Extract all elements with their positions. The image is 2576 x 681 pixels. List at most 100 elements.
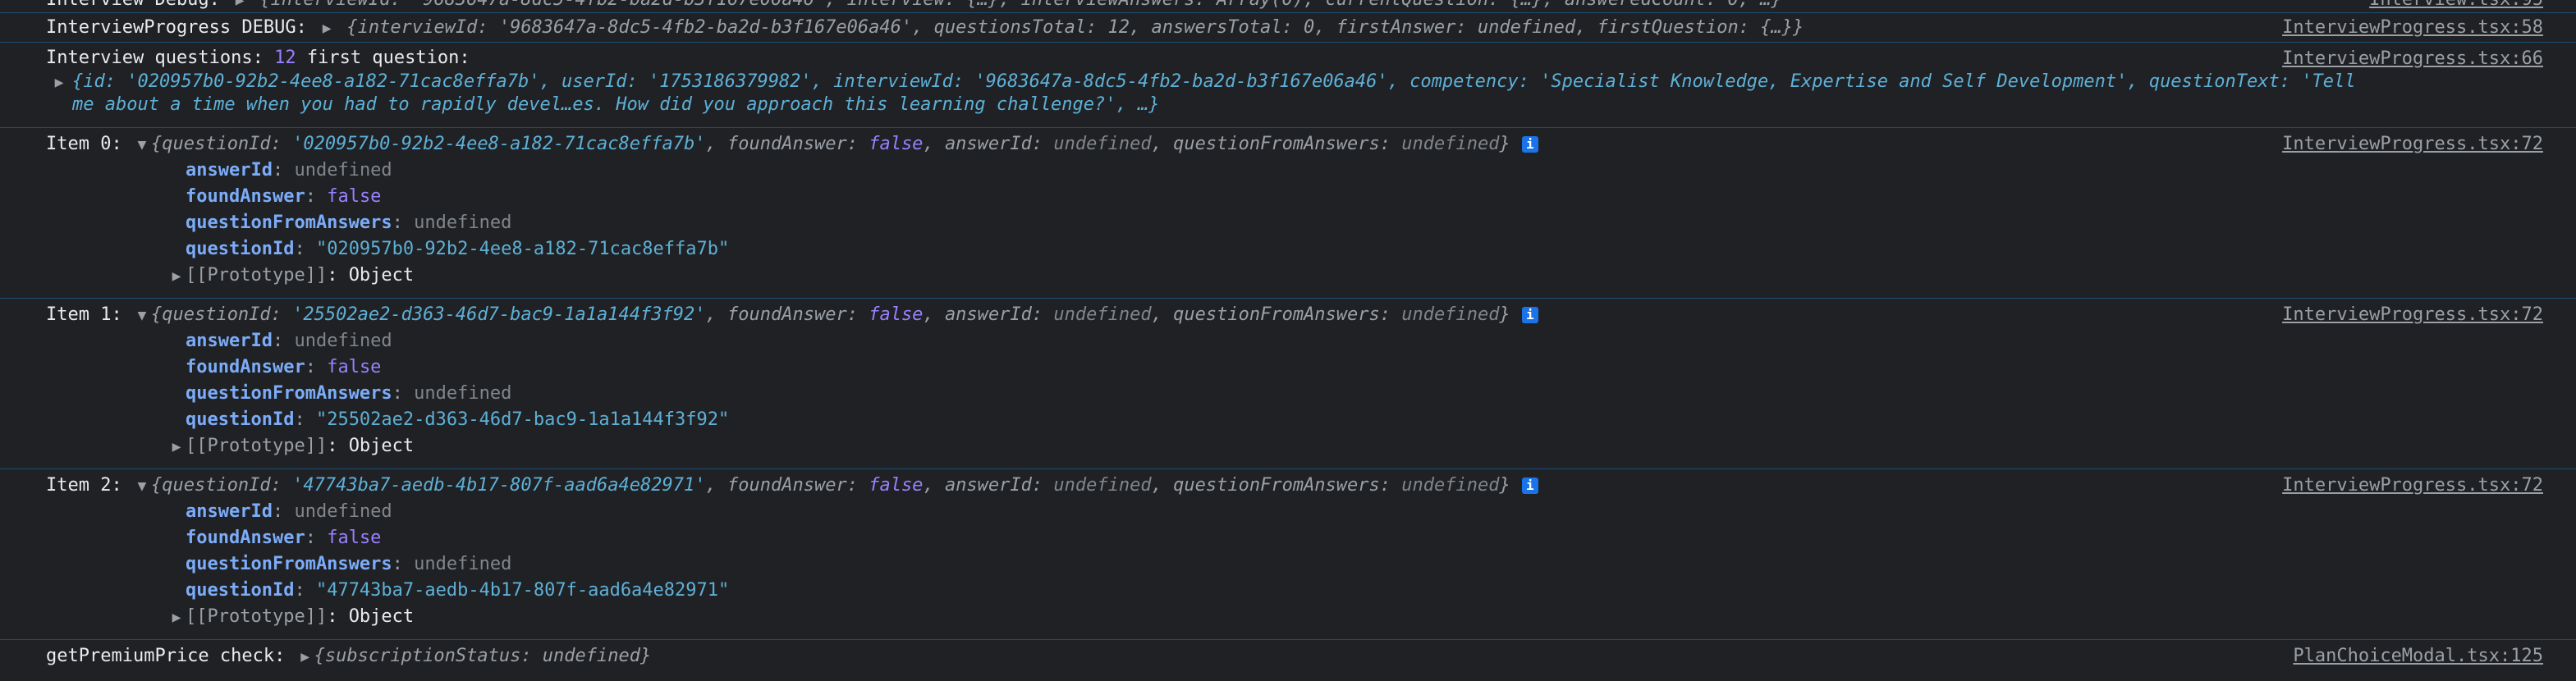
property-row[interactable]: questionFromAnswers: undefined [46,551,2543,578]
prop-key: questionFromAnswers [186,554,392,574]
prototype-value: Object [348,606,415,627]
property-row[interactable]: foundAnswer: false [46,184,2543,210]
property-row[interactable]: answerId: undefined [46,158,2543,184]
value-questionFromAnswers: undefined [1401,134,1500,154]
property-row[interactable]: questionId: "020957b0-92b2-4ee8-a182-71c… [46,236,2543,263]
value-foundAnswer: false [869,304,924,325]
prop-value: undefined [294,331,392,351]
prop-key: questionId [186,239,295,259]
prototype-key: [[Prototype]] [186,606,328,627]
log-label: InterviewProgress DEBUG: [46,17,307,38]
prototype-value: Object [348,265,415,286]
source-link[interactable]: InterviewProgress.tsx:72 [2274,302,2543,328]
console-message-line: Interview Debug: ▶ {interviewId: '968364… [46,0,2543,12]
prop-key: questionFromAnswers [186,383,392,404]
item-label: Item 0: [46,134,122,154]
property-row[interactable]: questionFromAnswers: undefined [46,210,2543,236]
console-message-line: Item 0: ▼ {questionId: '020957b0-92b2-4ee… [46,131,2543,158]
prototype-row[interactable]: ▶ [[Prototype]]: Object [46,604,2543,630]
console-message: getPremiumPrice check: ▶ {subscriptionSta… [0,640,2576,673]
triangle-down-icon[interactable]: ▼ [133,473,151,499]
property-row[interactable]: questionId: "47743ba7-aedb-4b17-807f-aad… [46,578,2543,604]
object-summary[interactable]: {subscriptionStatus: undefined} [314,646,652,666]
prop-key: questionId [186,409,295,430]
key-questionFromAnswers: questionFromAnswers [1173,475,1380,496]
prop-key: answerId [186,160,273,181]
console-message-line: Item 2: ▼ {questionId: '47743ba7-aedb-4b1… [46,473,2543,499]
log-label: getPremiumPrice check: [46,646,286,666]
console-message: Interview Debug: ▶ {interviewId: '968364… [0,0,2576,13]
log-label: Interview questions: [46,48,264,68]
console-message-line: Item 1: ▼ {questionId: '25502ae2-d363-46d… [46,302,2543,328]
triangle-down-icon[interactable]: ▼ [133,132,151,158]
prop-key: foundAnswer [186,528,305,548]
property-row[interactable]: answerId: undefined [46,499,2543,525]
value-answerId: undefined [1053,304,1152,325]
object-summary[interactable]: {interviewId: '9683647a-8dc5-4fb2-ba2d-b… [259,0,1781,10]
prop-value: "020957b0-92b2-4ee8-a182-71cac8effa7b" [315,239,730,259]
info-icon[interactable]: i [1521,307,1538,323]
console-message: Interview questions: 12 first question: … [0,43,2576,128]
value-questionFromAnswers: undefined [1401,304,1500,325]
console-message: InterviewProgress DEBUG: ▶ {interviewId:… [0,13,2576,43]
prototype-row[interactable]: ▶ [[Prototype]]: Object [46,433,2543,459]
triangle-right-icon[interactable]: ▶ [231,0,249,12]
prop-key: answerId [186,501,273,522]
property-row[interactable]: answerId: undefined [46,328,2543,354]
value-foundAnswer: false [869,475,924,496]
prop-key: foundAnswer [186,357,305,377]
source-link[interactable]: Interview.tsx:95 [2361,0,2543,12]
devtools-console: Interview Debug: ▶ {interviewId: '968364… [0,0,2576,681]
triangle-down-icon[interactable]: ▼ [133,303,151,328]
property-row[interactable]: foundAnswer: false [46,525,2543,551]
property-row[interactable]: foundAnswer: false [46,354,2543,381]
value-answerId: undefined [1053,475,1152,496]
source-link[interactable]: InterviewProgress.tsx:58 [2274,15,2543,41]
prop-key: questionFromAnswers [186,213,392,233]
triangle-right-icon[interactable]: ▶ [167,434,186,459]
object-summary[interactable]: {interviewId: '9683647a-8dc5-4fb2-ba2d-b… [346,17,1804,38]
triangle-right-icon[interactable]: ▶ [46,71,72,94]
object-summary[interactable]: {id: '020957b0-92b2-4ee8-a182-71cac8effa… [72,71,2355,92]
property-row[interactable]: questionFromAnswers: undefined [46,381,2543,407]
object-summary-cont[interactable]: me about a time when you had to rapidly … [72,94,1160,115]
prop-value: undefined [414,213,512,233]
key-questionId: questionId [162,304,271,325]
value-foundAnswer: false [869,134,924,154]
prototype-key: [[Prototype]] [186,436,328,456]
source-link[interactable]: InterviewProgress.tsx:72 [2274,131,2543,158]
source-link[interactable]: InterviewProgress.tsx:72 [2274,473,2543,499]
key-answerId: answerId [944,134,1032,154]
count-value: 12 [274,48,296,68]
triangle-right-icon[interactable]: ▶ [167,605,186,630]
value-questionId: '25502ae2-d363-46d7-bac9-1a1a144f3f92' [292,304,706,325]
prop-value: undefined [414,554,512,574]
prototype-row[interactable]: ▶ [[Prototype]]: Object [46,263,2543,289]
console-message: Item 2: ▼ {questionId: '47743ba7-aedb-4b1… [0,469,2576,640]
info-icon[interactable]: i [1521,478,1538,494]
value-questionId: '020957b0-92b2-4ee8-a182-71cac8effa7b' [292,134,706,154]
log-label-2: first question: [306,48,470,68]
prototype-key: [[Prototype]] [186,265,328,286]
prop-value: false [327,528,382,548]
log-label: Interview Debug: [46,0,220,10]
source-link[interactable]: InterviewProgress.tsx:66 [2274,46,2543,72]
property-row[interactable]: questionId: "25502ae2-d363-46d7-bac9-1a1… [46,407,2543,433]
value-questionId: '47743ba7-aedb-4b17-807f-aad6a4e82971' [292,475,706,496]
console-message: Item 0: ▼ {questionId: '020957b0-92b2-4ee… [0,128,2576,299]
item-label: Item 2: [46,475,122,496]
info-icon[interactable]: i [1521,136,1538,153]
source-link[interactable]: PlanChoiceModal.tsx:125 [2285,643,2543,670]
object-summary-line: me about a time when you had to rapidly … [46,94,2543,117]
key-foundAnswer: foundAnswer [727,134,847,154]
key-foundAnswer: foundAnswer [727,304,847,325]
triangle-right-icon[interactable]: ▶ [296,644,314,670]
prop-value: false [327,186,382,207]
triangle-right-icon[interactable]: ▶ [318,16,336,41]
key-questionId: questionId [162,134,271,154]
value-questionFromAnswers: undefined [1401,475,1500,496]
triangle-right-icon[interactable]: ▶ [167,263,186,289]
prop-key: questionId [186,580,295,601]
console-message: Item 1: ▼ {questionId: '25502ae2-d363-46d… [0,299,2576,469]
key-questionFromAnswers: questionFromAnswers [1173,134,1380,154]
